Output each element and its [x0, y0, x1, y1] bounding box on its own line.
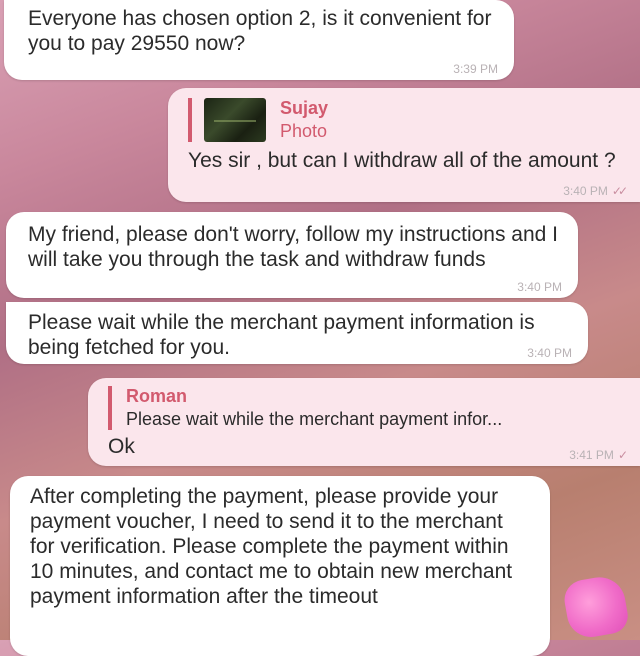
message-text: After completing the payment, please pro… — [30, 485, 513, 608]
message-bubble-incoming[interactable]: After completing the payment, please pro… — [10, 476, 550, 656]
message-bubble-outgoing[interactable]: Roman Please wait while the merchant pay… — [88, 378, 640, 466]
message-meta: 3:41 PM ✓ — [569, 448, 628, 462]
message-text: Ok — [108, 435, 135, 458]
reply-sender-name: Sujay — [280, 98, 329, 118]
message-bubble-incoming[interactable]: Everyone has chosen option 2, is it conv… — [4, 0, 514, 80]
message-time: 3:40 PM — [563, 184, 608, 198]
message-text: My friend, please don't worry, follow my… — [28, 223, 559, 271]
double-check-icon: ✓✓ — [611, 184, 628, 198]
sticker-image[interactable] — [561, 573, 631, 641]
message-time: 3:40 PM — [527, 346, 572, 360]
reply-sender-name: Roman — [126, 386, 188, 406]
message-text: Everyone has chosen option 2, is it conv… — [28, 7, 492, 55]
message-bubble-incoming[interactable]: Please wait while the merchant payment i… — [6, 302, 588, 364]
reply-quote[interactable]: Sujay Photo — [188, 98, 626, 142]
message-bubble-outgoing[interactable]: Sujay Photo Yes sir , but can I withdraw… — [168, 88, 640, 202]
reply-subtitle: Please wait while the merchant payment i… — [126, 409, 503, 429]
reply-photo-thumbnail — [204, 98, 266, 142]
single-check-icon: ✓ — [617, 448, 628, 462]
message-time: 3:39 PM — [453, 62, 498, 76]
message-text: Please wait while the merchant payment i… — [28, 311, 535, 359]
message-bubble-incoming[interactable]: My friend, please don't worry, follow my… — [6, 212, 578, 298]
message-meta: 3:40 PM ✓✓ — [563, 184, 628, 198]
reply-subtitle: Photo — [280, 121, 328, 141]
message-text: Yes sir , but can I withdraw all of the … — [188, 149, 616, 172]
message-time: 3:41 PM — [569, 448, 614, 462]
message-time: 3:40 PM — [517, 280, 562, 294]
reply-quote[interactable]: Roman Please wait while the merchant pay… — [108, 386, 626, 430]
